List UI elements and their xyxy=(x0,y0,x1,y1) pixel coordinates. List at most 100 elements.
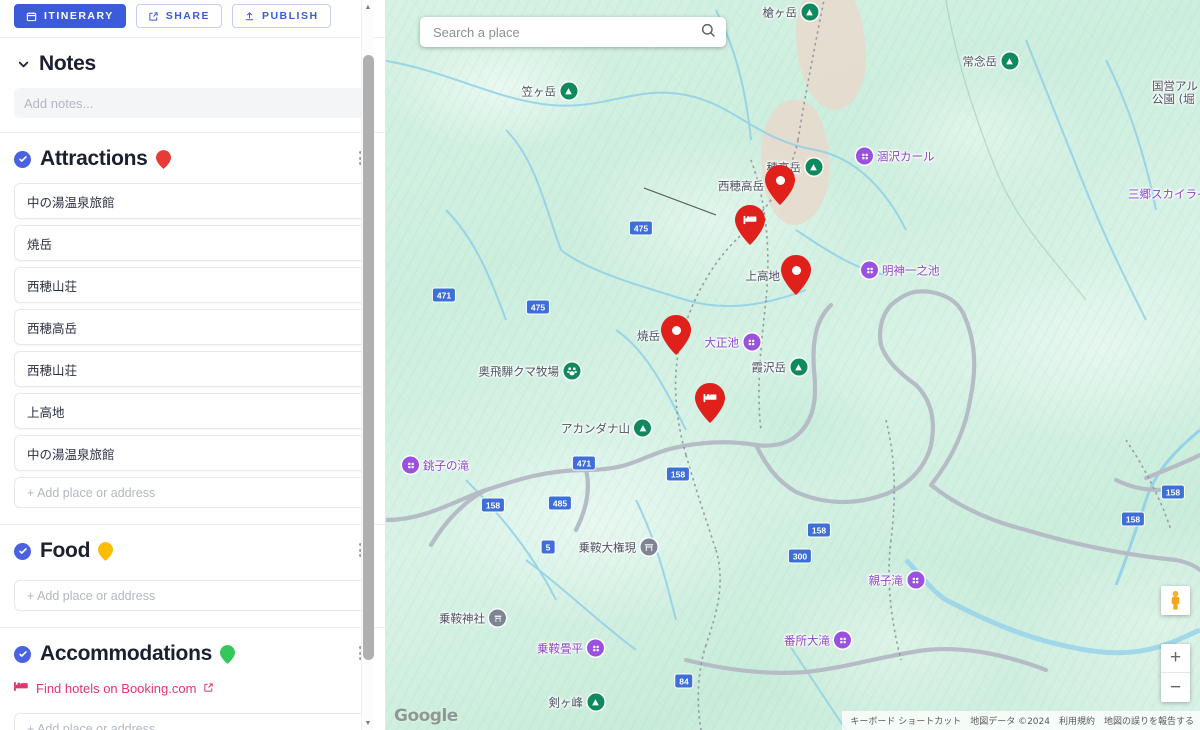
map-marker[interactable]: 焼岳 xyxy=(637,315,691,355)
mountain-icon[interactable] xyxy=(587,693,604,711)
booking-com-link[interactable]: Find hotels on Booking.com xyxy=(14,678,372,708)
list-item[interactable]: 上高地 xyxy=(14,393,372,429)
scroll-up-arrow-icon[interactable]: ▲ xyxy=(362,0,374,14)
map-label[interactable]: 常念岳 xyxy=(963,52,1018,70)
map-marker[interactable] xyxy=(695,383,725,423)
check-circle-icon[interactable] xyxy=(14,542,31,560)
map-marker[interactable]: 上高地 xyxy=(746,255,811,295)
road-shield[interactable]: 84 xyxy=(674,673,694,689)
road-shield[interactable]: 158 xyxy=(1160,484,1186,500)
accommodations-section-header[interactable]: Accommodations xyxy=(14,628,372,678)
google-logo[interactable]: Google xyxy=(394,706,458,726)
list-item[interactable]: 焼岳 xyxy=(14,225,372,261)
pegman-streetview-button[interactable] xyxy=(1161,586,1190,615)
park-icon[interactable] xyxy=(743,333,760,351)
list-item[interactable]: 西穂山荘 xyxy=(14,351,372,387)
map-zoom-controls[interactable]: + − xyxy=(1161,644,1190,702)
map-label[interactable]: 銚子の滝 xyxy=(402,456,469,474)
road-shield[interactable]: 5 xyxy=(540,539,556,555)
list-item[interactable]: 西穂高岳 xyxy=(14,309,372,345)
map-label[interactable]: 三郷スカイライ xyxy=(1128,186,1200,202)
attractions-list: 中の湯温泉旅館 焼岳 西穂山荘 西穂高岳 西穂山荘 上高地 中の湯温泉旅館 xyxy=(14,183,372,471)
map-marker[interactable] xyxy=(735,205,765,245)
mountain-icon[interactable] xyxy=(560,82,577,100)
road-shield[interactable]: 475 xyxy=(525,299,551,315)
check-circle-icon[interactable] xyxy=(14,150,31,168)
map-label[interactable]: 槍ヶ岳 xyxy=(763,3,818,21)
report-error-link[interactable]: 地図の誤りを報告する xyxy=(1104,714,1194,727)
external-link-icon xyxy=(203,681,214,696)
check-circle-icon[interactable] xyxy=(14,645,31,663)
road-shield[interactable]: 300 xyxy=(787,548,813,564)
share-button[interactable]: SHARE xyxy=(135,4,222,28)
notes-input[interactable]: Add notes... xyxy=(14,88,372,118)
accommodations-title: Accommodations xyxy=(40,642,212,665)
map-label[interactable]: 番所大滝 xyxy=(784,631,851,649)
map-label[interactable]: 霞沢岳 xyxy=(752,358,807,376)
add-place-input-attractions[interactable]: + Add place or address xyxy=(14,477,372,508)
keyboard-shortcuts-link[interactable]: キーボード ショートカット xyxy=(850,714,961,727)
road-shield[interactable]: 471 xyxy=(431,287,457,303)
road-shield[interactable]: 158 xyxy=(480,497,506,513)
map-label[interactable]: 剣ヶ峰 xyxy=(548,693,604,711)
road-shield[interactable]: 475 xyxy=(628,220,654,236)
map-label[interactable]: 明神一之池 xyxy=(861,261,940,279)
sidebar-scrollbar-thumb[interactable] xyxy=(363,55,374,660)
publish-button[interactable]: PUBLISH xyxy=(231,4,331,28)
search-input[interactable] xyxy=(433,24,700,40)
map-label[interactable]: 涸沢カール xyxy=(856,147,935,165)
attractions-section-header[interactable]: Attractions xyxy=(14,133,372,183)
map-search-bar[interactable] xyxy=(420,17,726,47)
zoom-out-button[interactable]: − xyxy=(1161,673,1190,702)
road-shield[interactable]: 158 xyxy=(665,466,691,482)
map-label[interactable]: 公園 (堀 xyxy=(1152,91,1195,107)
map-label-text: 銚子の滝 xyxy=(423,458,469,472)
list-item[interactable]: 中の湯温泉旅館 xyxy=(14,183,372,219)
mountain-icon[interactable] xyxy=(805,158,822,176)
road-shield[interactable]: 158 xyxy=(806,522,832,538)
map-label[interactable]: 乗鞍畳平 xyxy=(537,639,604,657)
map-label[interactable]: 乗鞍神社 xyxy=(439,609,506,627)
notes-section-header[interactable]: Notes xyxy=(14,38,372,88)
list-item[interactable]: 中の湯温泉旅館 xyxy=(14,435,372,471)
add-place-placeholder: + Add place or address xyxy=(27,588,156,603)
map-label[interactable]: アカンダナ山 xyxy=(561,419,651,437)
sidebar: ITINERARY SHARE PUBLISH Notes Add notes.… xyxy=(0,0,386,730)
park-icon[interactable] xyxy=(907,571,924,589)
food-section-header[interactable]: Food xyxy=(14,525,372,575)
add-place-input-food[interactable]: + Add place or address xyxy=(14,580,372,611)
map-label[interactable]: 笠ヶ岳 xyxy=(522,82,577,100)
bear-icon[interactable] xyxy=(563,362,580,380)
map-canvas[interactable]: 槍ヶ岳常念岳笠ヶ岳国営アル公園 (堀涸沢カール穂高岳三郷スカイライ明神一之池大正… xyxy=(386,0,1200,730)
sidebar-scroll-area[interactable]: ITINERARY SHARE PUBLISH Notes Add notes.… xyxy=(0,0,386,730)
publish-label: PUBLISH xyxy=(261,9,319,22)
torii-icon[interactable] xyxy=(489,609,506,627)
mountain-icon[interactable] xyxy=(790,358,807,376)
add-place-input-accommodations[interactable]: + Add place or address xyxy=(14,713,372,730)
chevron-down-icon[interactable] xyxy=(14,55,32,73)
park-icon[interactable] xyxy=(587,639,604,657)
shrine-icon[interactable] xyxy=(640,538,657,556)
scroll-down-arrow-icon[interactable]: ▼ xyxy=(362,716,374,730)
map-label[interactable]: 大正池 xyxy=(705,333,760,351)
map-label[interactable]: 奥飛騨クマ牧場 xyxy=(479,362,580,380)
search-icon[interactable] xyxy=(700,22,716,43)
park-icon[interactable] xyxy=(856,147,873,165)
mountain-icon[interactable] xyxy=(634,419,651,437)
list-item[interactable]: 西穂山荘 xyxy=(14,267,372,303)
road-shield[interactable]: 158 xyxy=(1120,511,1146,527)
map-label[interactable]: 乗鞍大権現 xyxy=(579,538,657,556)
road-shield[interactable]: 471 xyxy=(571,455,597,471)
park-icon[interactable] xyxy=(834,631,851,649)
terms-link[interactable]: 利用規約 xyxy=(1059,714,1095,727)
map-label-text: 剣ヶ峰 xyxy=(548,695,584,709)
mountain-icon[interactable] xyxy=(1001,52,1018,70)
map-label[interactable]: 親子滝 xyxy=(869,571,924,589)
zoom-in-button[interactable]: + xyxy=(1161,644,1190,673)
park-icon[interactable] xyxy=(861,261,878,279)
road-shield[interactable]: 485 xyxy=(547,495,573,511)
mountain-icon[interactable] xyxy=(801,3,818,21)
park-icon[interactable] xyxy=(402,456,419,474)
itinerary-button[interactable]: ITINERARY xyxy=(14,4,126,28)
map-marker[interactable]: 西穂高岳 xyxy=(718,165,795,205)
